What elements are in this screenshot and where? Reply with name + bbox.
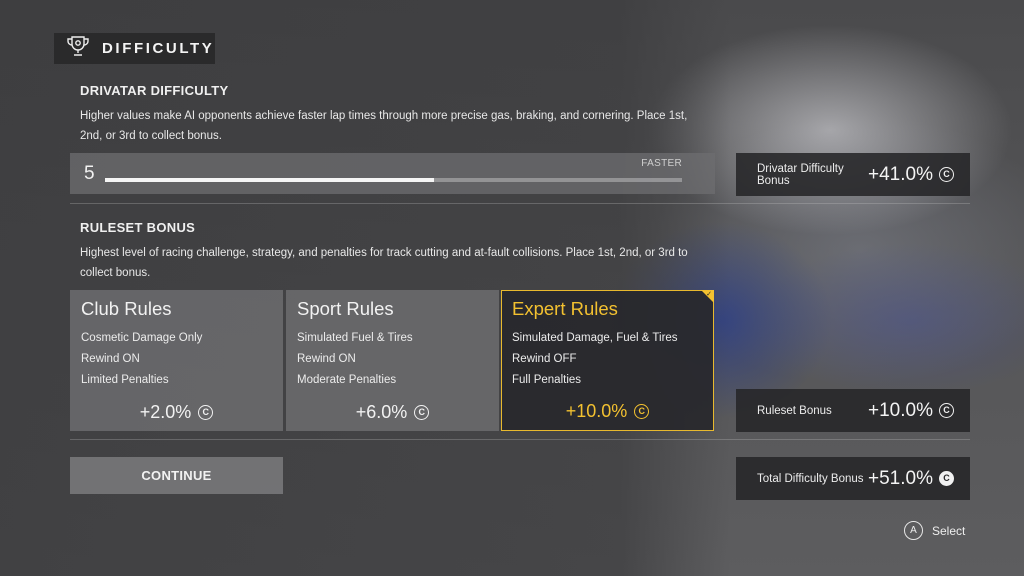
trophy-icon [66,35,90,62]
card-feature: Cosmetic Damage Only [81,332,203,344]
card-feature: Rewind ON [297,353,356,365]
card-feature: Rewind ON [81,353,140,365]
slider-track[interactable] [105,178,682,182]
drivatar-bonus-panel: Drivatar Difficulty Bonus +41.0% C [736,153,970,196]
card-feature: Rewind OFF [512,353,577,365]
card-feature: Simulated Damage, Fuel & Tires [512,332,678,344]
credits-icon: C [634,404,650,419]
card-feature: Full Penalties [512,374,582,386]
drivatar-description: Higher values make AI opponents achieve … [80,110,688,142]
ruleset-heading: RULESET BONUS [80,220,196,235]
card-bonus-value: +6.0% [355,402,408,422]
card-title: Expert Rules [512,298,618,319]
credits-icon: C [939,471,954,486]
total-bonus-label: Total Difficulty Bonus [757,472,864,485]
drivatar-bonus-value: +41.0% [868,163,933,185]
section-divider [70,203,970,204]
drivatar-heading: DRIVATAR DIFFICULTY [80,83,229,98]
card-title: Club Rules [81,298,172,319]
credits-icon: C [198,405,214,420]
slider-end-label: FASTER [641,158,682,169]
card-bonus: +10.0% C [502,401,713,422]
select-hint[interactable]: A Select [904,521,965,540]
card-bonus-value: +10.0% [565,401,628,421]
page-title-tab: DIFFICULTY [54,33,215,64]
a-button-icon: A [904,521,923,540]
ruleset-card-sport[interactable]: Sport Rules Simulated Fuel & Tires Rewin… [286,290,499,431]
card-bonus: +6.0% C [286,402,499,423]
card-bonus-value: +2.0% [139,402,192,422]
section-divider [70,439,970,440]
page-title: DIFFICULTY [102,40,215,57]
select-hint-label: Select [932,523,966,538]
slider-fill [105,178,434,182]
continue-button[interactable]: CONTINUE [70,457,283,494]
card-feature: Simulated Fuel & Tires [297,332,413,344]
card-feature: Limited Penalties [81,374,169,386]
checkmark-icon: ✓ [706,291,712,298]
ruleset-bonus-panel: Ruleset Bonus +10.0% C [736,389,970,432]
drivatar-difficulty-slider[interactable]: 5 FASTER [70,153,715,194]
slider-value: 5 [84,163,95,184]
ruleset-description: Highest level of racing challenge, strat… [80,247,688,279]
credits-icon: C [939,167,954,182]
card-title: Sport Rules [297,298,394,319]
ruleset-card-expert[interactable]: ✓ Expert Rules Simulated Damage, Fuel & … [501,290,714,431]
drivatar-bonus-label: Drivatar Difficulty Bonus [757,162,844,187]
credits-icon: C [414,405,430,420]
credits-icon: C [939,403,954,418]
ruleset-bonus-label: Ruleset Bonus [757,404,832,417]
ruleset-bonus-value: +10.0% [868,399,933,421]
ruleset-card-club[interactable]: Club Rules Cosmetic Damage Only Rewind O… [70,290,283,431]
total-bonus-panel: Total Difficulty Bonus +51.0% C [736,457,970,500]
card-feature: Moderate Penalties [297,374,397,386]
total-bonus-value: +51.0% [868,467,933,489]
card-bonus: +2.0% C [70,402,283,423]
